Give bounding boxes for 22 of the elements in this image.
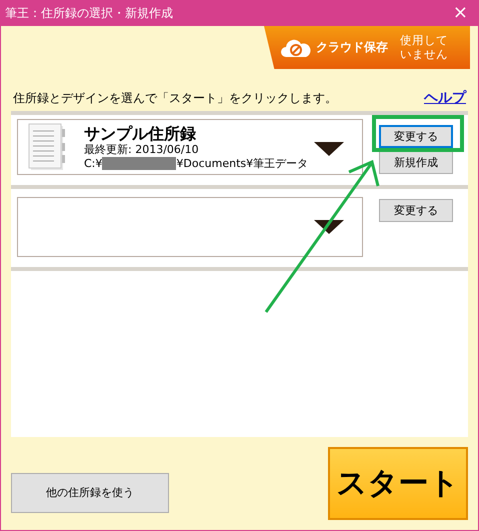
instruction-text: 住所録とデザインを選んで「スタート」をクリックします。: [13, 90, 337, 107]
other-address-book-button[interactable]: 他の住所録を使う: [11, 472, 169, 512]
document-icon: [28, 123, 68, 171]
address-book-name: サンプル住所録: [84, 124, 197, 144]
change-button[interactable]: 変更する: [379, 199, 453, 222]
cloud-status: 使用して: [400, 34, 448, 48]
start-button[interactable]: スタート: [328, 447, 468, 520]
help-link[interactable]: ヘルプ: [424, 89, 466, 107]
cloud-save-label: クラウド保存: [316, 39, 388, 56]
path-text: ¥Documents¥筆王データ: [176, 156, 308, 170]
window-title: 筆王：住所録の選択・新規作成: [5, 4, 173, 22]
dropdown-arrow-icon: [314, 142, 344, 156]
cloud-icon: [280, 38, 312, 58]
cloud-status: いません: [400, 48, 448, 62]
dropdown-arrow-icon: [314, 220, 344, 234]
last-updated: 最終更新: 2013/06/10: [84, 143, 200, 157]
change-button[interactable]: 変更する: [379, 125, 453, 148]
new-button[interactable]: 新規作成: [379, 151, 453, 174]
close-button[interactable]: ×: [448, 4, 472, 22]
address-book-selector[interactable]: サンプル住所録 最終更新: 2013/06/10 C:¥ ¥Documents¥筆王データ: [17, 119, 363, 175]
address-book-selector[interactable]: [17, 197, 363, 257]
path-text: C:¥: [84, 156, 102, 170]
